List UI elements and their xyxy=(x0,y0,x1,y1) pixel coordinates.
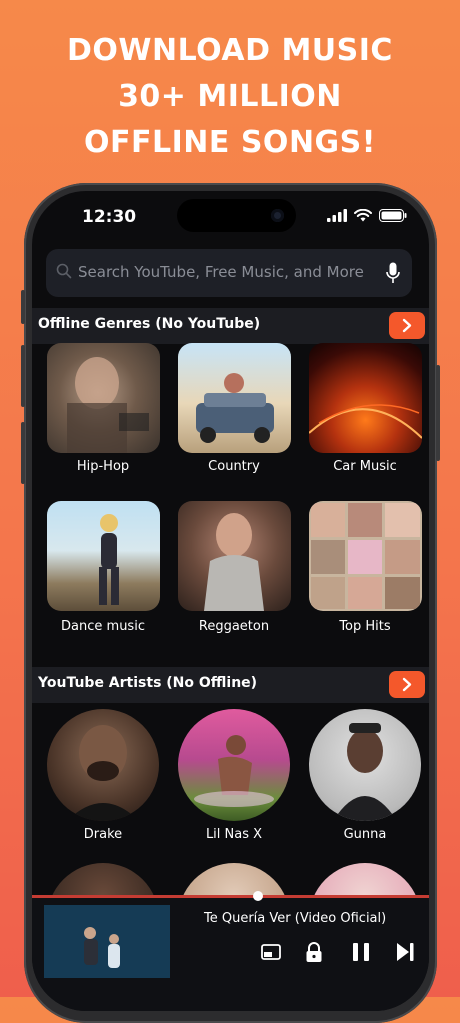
microphone-icon[interactable] xyxy=(386,262,400,284)
phone-volume-up xyxy=(21,345,25,407)
artists-section-title: YouTube Artists (No Offline) xyxy=(38,675,258,691)
status-time: 12:30 xyxy=(82,207,137,227)
genre-label: Country xyxy=(208,459,260,474)
chevron-right-icon xyxy=(402,677,412,692)
dance-music-cover-image xyxy=(99,514,119,605)
genre-label: Dance music xyxy=(61,619,145,634)
genres-section-header: Offline Genres (No YouTube) xyxy=(32,308,429,344)
skip-next-icon[interactable] xyxy=(394,941,416,963)
progress-knob[interactable] xyxy=(253,891,264,901)
search-icon xyxy=(56,263,72,279)
video-thumbnail[interactable] xyxy=(44,905,170,978)
mini-player[interactable]: Te Quería Ver (Video Oficial) xyxy=(32,891,429,1011)
genre-tile-car-music[interactable] xyxy=(309,343,422,453)
genre-label: Hip-Hop xyxy=(76,459,130,474)
artists-more-button[interactable] xyxy=(389,671,425,698)
artist-avatar-lil-nas-x[interactable] xyxy=(178,709,290,821)
phone-volume-down xyxy=(21,422,25,484)
dynamic-island xyxy=(177,199,296,232)
phone-power-button xyxy=(436,365,440,461)
artist-label: Gunna xyxy=(343,827,387,842)
genre-label: Top Hits xyxy=(339,619,391,634)
battery-icon xyxy=(379,209,407,222)
app-screen: 12:30 Search YouTube, Free Music, and Mo… xyxy=(32,191,429,1011)
status-icons xyxy=(327,209,407,222)
artist-avatar-gunna[interactable] xyxy=(309,709,421,821)
chevron-right-icon xyxy=(402,318,412,333)
headline-line-3: OFFLINE SONGS! xyxy=(84,125,376,160)
search-bar[interactable]: Search YouTube, Free Music, and More xyxy=(46,249,412,297)
genre-tile-dance-music[interactable] xyxy=(47,501,160,611)
genre-tile-reggaeton[interactable] xyxy=(178,501,291,611)
genre-tile-country[interactable] xyxy=(178,343,291,453)
headline-line-2: 30+ MILLION xyxy=(118,79,342,114)
gunna-avatar-image xyxy=(333,723,397,821)
top-hits-cover-image xyxy=(311,503,420,609)
genres-section-title: Offline Genres (No YouTube) xyxy=(38,316,261,332)
headline-line-1: DOWNLOAD MUSIC xyxy=(67,33,393,68)
car-music-cover-image xyxy=(309,404,422,439)
lil-nas-x-avatar-image xyxy=(194,735,274,807)
artists-section-header: YouTube Artists (No Offline) xyxy=(32,667,429,703)
wifi-icon xyxy=(354,209,372,222)
genre-label: Car Music xyxy=(333,459,397,474)
genres-more-button[interactable] xyxy=(389,312,425,339)
artist-label: Drake xyxy=(83,827,123,842)
genre-tile-top-hits[interactable] xyxy=(309,501,422,611)
genre-tile-hip-hop[interactable] xyxy=(47,343,160,453)
playback-progress-bar[interactable] xyxy=(32,891,429,901)
artist-avatar-drake[interactable] xyxy=(47,709,159,821)
artist-label: Lil Nas X xyxy=(205,827,263,842)
pause-icon[interactable] xyxy=(350,941,372,963)
country-cover-image xyxy=(196,373,274,443)
drake-avatar-image xyxy=(67,725,139,821)
video-thumbnail-image xyxy=(44,905,170,978)
signal-icon xyxy=(327,209,347,222)
pip-icon[interactable] xyxy=(260,941,282,963)
reggaeton-cover-image xyxy=(204,513,264,611)
now-playing-title: Te Quería Ver (Video Oficial) xyxy=(204,911,387,926)
lock-icon[interactable] xyxy=(304,941,324,963)
phone-side-button xyxy=(21,290,25,324)
genre-label: Reggaeton xyxy=(198,619,270,634)
search-input[interactable]: Search YouTube, Free Music, and More xyxy=(78,263,364,281)
promo-headline: DOWNLOAD MUSIC 30+ MILLION OFFLINE SONGS… xyxy=(0,28,460,166)
hip-hop-cover-image xyxy=(67,357,149,453)
camera-icon xyxy=(271,209,284,222)
